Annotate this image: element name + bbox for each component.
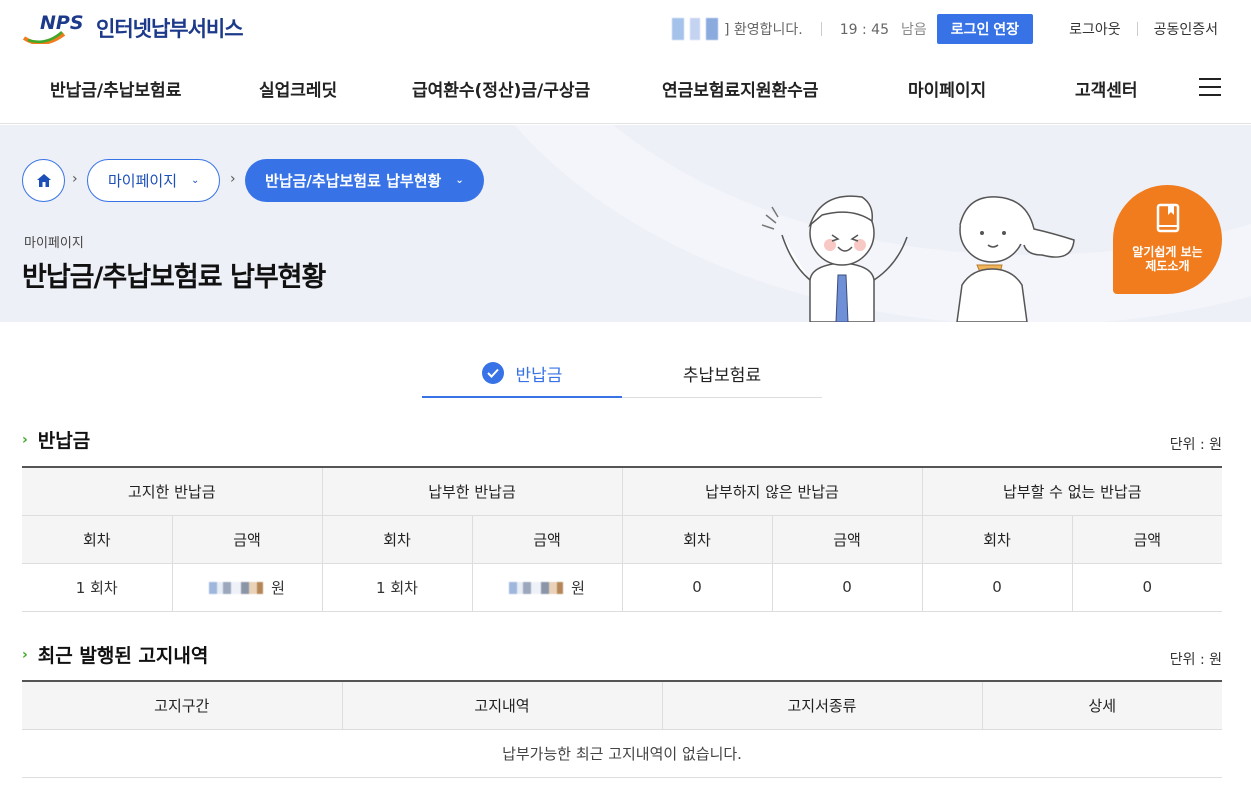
table-cell: 0 — [922, 563, 1073, 612]
breadcrumb-current[interactable]: 반납금/추납보험료 납부현황 ⌄ — [245, 159, 484, 202]
user-area: ] 환영합니다. 19 : 45 남음 로그인 연장 로그아웃 공동인증서 — [671, 14, 1251, 44]
chevron-down-icon: ⌄ — [455, 175, 464, 186]
tab-list: 반납금 추납보험료 — [422, 350, 822, 398]
currency-suffix: 원 — [271, 578, 285, 597]
masked-amount — [209, 582, 270, 594]
timer-value: 19 : 45 — [839, 22, 889, 38]
divider — [820, 22, 822, 36]
column-group-header: 고지한 반납금 — [22, 467, 323, 516]
top-bar: NPS 인터넷납부서비스 ] 환영합니다. 19 : 45 남음 로그인 연장 로… — [0, 0, 1251, 58]
section-title: › 최근 발행된 고지내역 — [22, 641, 208, 668]
refund-status-table: 고지한 반납금 납부한 반납금 납부하지 않은 반납금 납부할 수 없는 반납금… — [22, 466, 1222, 612]
column-header: 고지내역 — [342, 681, 663, 730]
table-cell-amount: 원 — [472, 563, 623, 612]
column-header: 상세 — [982, 681, 1222, 730]
column-header: 회차 — [22, 515, 173, 564]
page-banner: › 마이페이지 ⌄ › 반납금/추납보험료 납부현황 ⌄ 마이페이지 반납금/추… — [0, 125, 1251, 322]
column-group-header: 납부할 수 없는 반납금 — [922, 467, 1222, 516]
section-title-text: 최근 발행된 고지내역 — [37, 645, 209, 667]
section-title: › 반납금 — [22, 426, 90, 453]
nav-item-benefit-recovery[interactable]: 급여환수(정산)금/구상금 — [412, 76, 590, 101]
logo-text: 인터넷납부서비스 — [96, 17, 244, 41]
chevron-right-icon: › — [22, 431, 28, 448]
empty-message: 납부가능한 최근 고지내역이 없습니다. — [22, 729, 1222, 778]
nav-item-unemployment-credit[interactable]: 실업크레딧 — [259, 76, 337, 101]
column-group-header: 납부한 반납금 — [322, 467, 623, 516]
breadcrumb-mypage[interactable]: 마이페이지 ⌄ — [87, 159, 221, 202]
table-cell: 1 회차 — [322, 563, 473, 612]
chevron-right-icon: › — [22, 646, 28, 663]
column-header: 회차 — [622, 515, 773, 564]
menu-icon[interactable] — [1199, 78, 1221, 98]
characters-illustration — [761, 195, 1075, 322]
home-icon — [36, 174, 51, 187]
welcome-text: ] 환영합니다. — [723, 22, 803, 38]
masked-amount — [509, 582, 570, 594]
unit-label: 단위 : 원 — [1169, 437, 1222, 453]
guide-line1: 알기쉽게 보는 — [1132, 245, 1203, 259]
table-cell: 0 — [1072, 563, 1222, 612]
nav-item-pension-support-recovery[interactable]: 연금보험료지원환수금 — [662, 76, 818, 101]
table-subheader-row: 회차 금액 회차 금액 회차 금액 회차 금액 — [22, 515, 1222, 564]
column-header: 금액 — [772, 515, 923, 564]
site-logo[interactable]: NPS 인터넷납부서비스 — [22, 12, 244, 44]
column-header: 금액 — [1072, 515, 1222, 564]
table-cell: 1 회차 — [22, 563, 173, 612]
logout-link[interactable]: 로그아웃 — [1069, 19, 1121, 39]
user-name-masked — [671, 18, 718, 40]
column-group-header: 납부하지 않은 반납금 — [622, 467, 923, 516]
page-category: 마이페이지 — [24, 236, 84, 251]
main-navigation: 반납금/추납보험료 실업크레딧 급여환수(정산)금/구상금 연금보험료지원환수금… — [0, 58, 1251, 124]
column-header: 고지서종류 — [662, 681, 983, 730]
table-header-row: 고지구간 고지내역 고지서종류 상세 — [22, 681, 1222, 730]
column-header: 회차 — [922, 515, 1073, 564]
table-row: 납부가능한 최근 고지내역이 없습니다. — [22, 729, 1222, 778]
breadcrumb-separator: › — [72, 171, 78, 187]
column-header: 회차 — [322, 515, 473, 564]
tab-additional-premium[interactable]: 추납보험료 — [622, 350, 822, 397]
currency-suffix: 원 — [571, 578, 585, 597]
home-button[interactable] — [22, 159, 65, 202]
recent-notice-table: 고지구간 고지내역 고지서종류 상세 납부가능한 최근 고지내역이 없습니다. — [22, 680, 1222, 778]
breadcrumb-separator: › — [230, 171, 236, 187]
section-title-text: 반납금 — [37, 430, 91, 452]
check-icon — [481, 362, 504, 384]
breadcrumb-label: 마이페이지 — [108, 172, 178, 190]
book-icon — [1156, 203, 1179, 233]
tab-label: 추납보험료 — [682, 366, 762, 386]
column-header: 금액 — [172, 515, 323, 564]
divider — [1136, 22, 1138, 36]
nav-item-refund-premium[interactable]: 반납금/추납보험료 — [50, 76, 181, 101]
guide-line2: 제도소개 — [1145, 259, 1190, 273]
table-row: 1 회차 원 1 회차 원 0 0 0 0 — [22, 563, 1222, 612]
login-extend-button[interactable]: 로그인 연장 — [936, 14, 1034, 44]
breadcrumb-label: 반납금/추납보험료 납부현황 — [265, 172, 442, 190]
column-header: 고지구간 — [22, 681, 343, 730]
chevron-down-icon: ⌄ — [191, 175, 200, 186]
session-timer: 19 : 45 남음 — [840, 19, 927, 39]
nav-item-customer-center[interactable]: 고객센터 — [1075, 76, 1138, 101]
tab-refund[interactable]: 반납금 — [422, 350, 622, 398]
table-header-row: 고지한 반납금 납부한 반납금 납부하지 않은 반납금 납부할 수 없는 반납금 — [22, 467, 1222, 516]
column-header: 금액 — [472, 515, 623, 564]
timer-suffix: 남음 — [901, 22, 927, 38]
page-title: 반납금/추납보험료 납부현황 — [22, 262, 326, 293]
certificate-link[interactable]: 공동인증서 — [1154, 19, 1218, 39]
tab-label: 반납금 — [515, 365, 563, 386]
guide-introduction-button[interactable]: 알기쉽게 보는 제도소개 — [1113, 185, 1222, 294]
nav-item-mypage[interactable]: 마이페이지 — [908, 76, 986, 101]
table-cell-amount: 원 — [172, 563, 323, 612]
logo-mark: NPS — [40, 12, 84, 34]
unit-label: 단위 : 원 — [1169, 652, 1222, 668]
table-cell: 0 — [622, 563, 773, 612]
table-cell: 0 — [772, 563, 923, 612]
